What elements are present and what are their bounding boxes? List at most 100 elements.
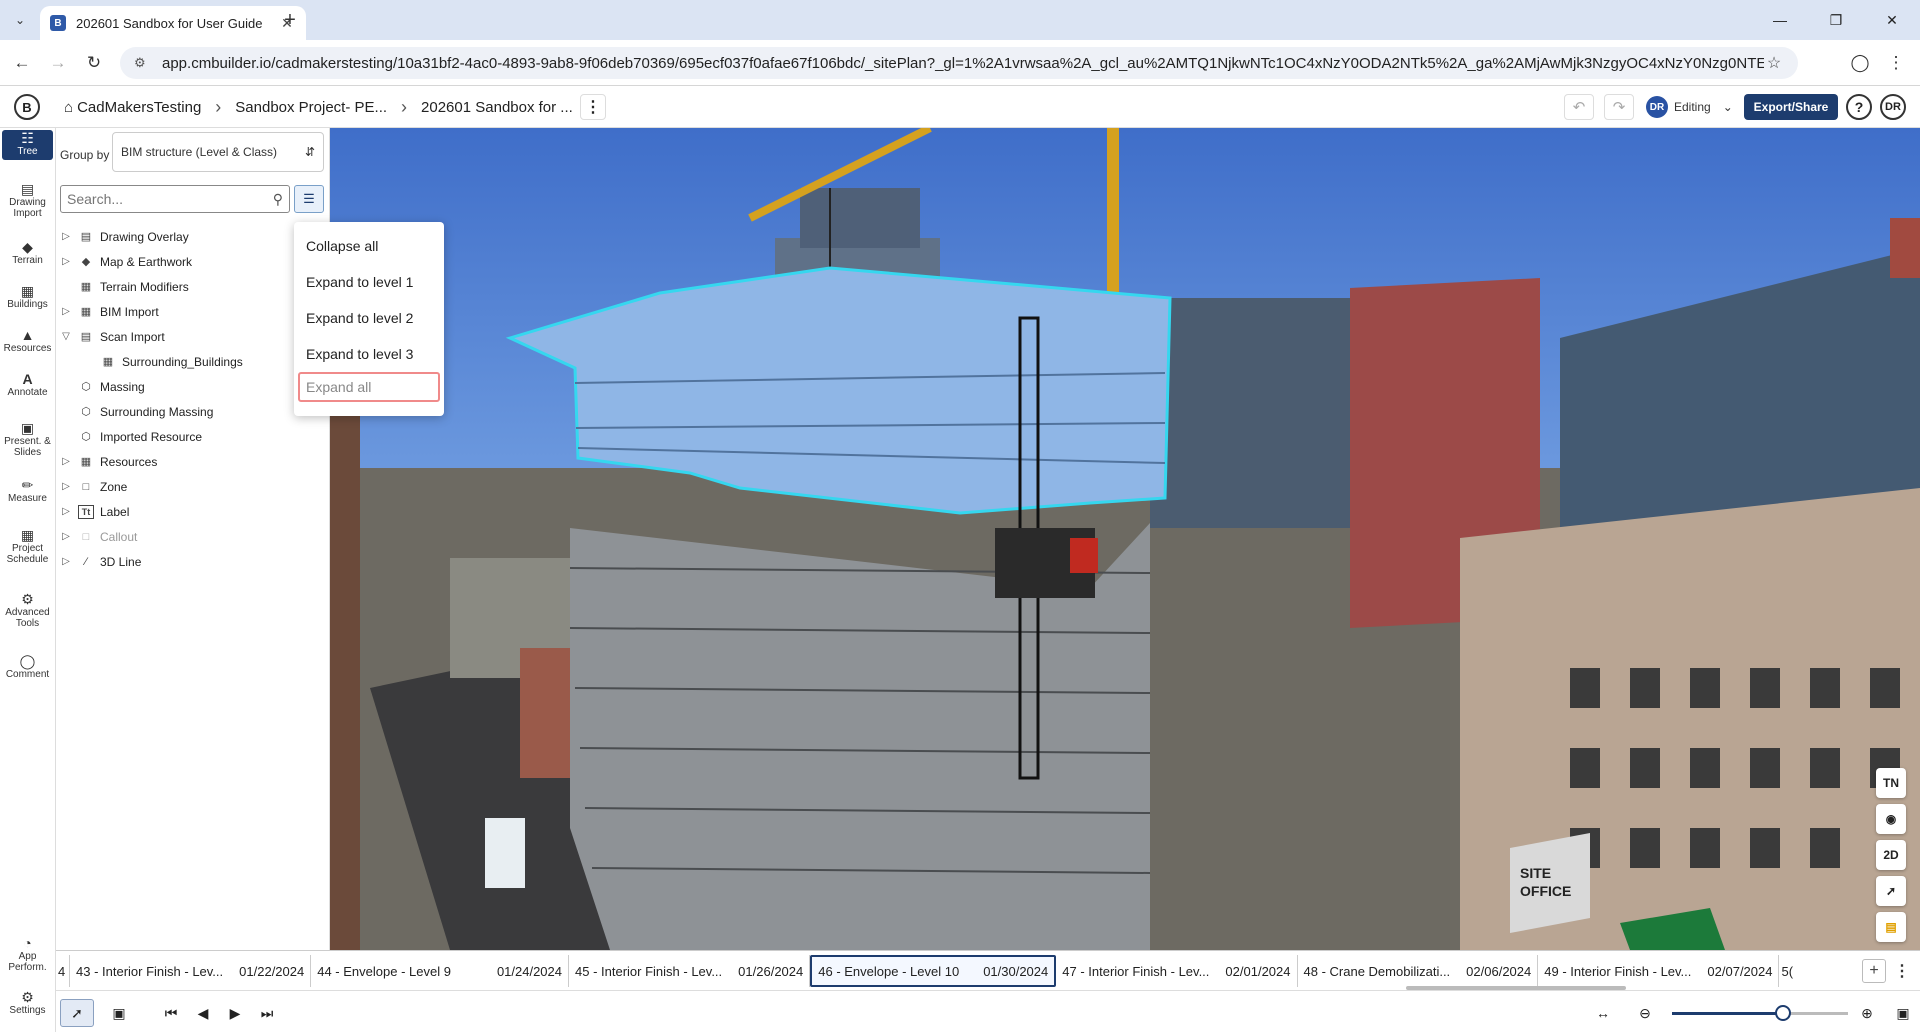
2d-toggle-button[interactable]: 2D — [1876, 840, 1906, 870]
timeline-item[interactable]: 48 - Crane Demobilizati... 02/06/2024 — [1298, 955, 1539, 987]
browser-menu-icon[interactable]: ⋮ — [1882, 49, 1910, 77]
rail-annotate[interactable]: A Annotate — [2, 372, 53, 398]
rail-terrain[interactable]: ◆ Terrain — [2, 240, 53, 266]
search-icon[interactable]: ⚲ — [273, 191, 283, 208]
camera-reset-icon[interactable]: ◉ — [1876, 804, 1906, 834]
rail-present-slides[interactable]: ▣ Present. & Slides — [2, 421, 53, 458]
timeline-item[interactable]: 5( — [1779, 955, 1795, 987]
fit-width-icon[interactable]: ↔ — [1586, 999, 1620, 1027]
tree-item-scan-import[interactable]: ▽ ▤ Scan Import — [60, 324, 320, 349]
minimize-icon[interactable]: — — [1752, 0, 1808, 40]
app-logo[interactable]: B — [14, 94, 40, 120]
home-icon[interactable]: ⌂ — [64, 99, 73, 116]
bookmark-star-icon[interactable]: ☆ — [1764, 53, 1784, 73]
tab-search-chevron-icon[interactable]: ⌄ — [8, 8, 32, 32]
rail-comment[interactable]: ◯ Comment — [2, 654, 53, 680]
forward-icon[interactable]: → — [44, 49, 72, 77]
3d-viewport[interactable]: SITE OFFICE TN ◉ 2D ➚ ▤ — [330, 128, 1920, 950]
help-icon[interactable]: ? — [1846, 94, 1872, 120]
rail-app-performance[interactable]: ◔ App Perform. — [2, 936, 53, 973]
step-back-icon[interactable]: ◀ — [186, 999, 220, 1027]
rail-measure[interactable]: ✏ Measure — [2, 478, 53, 504]
rail-tree[interactable]: ☷ Tree — [2, 130, 53, 160]
timeline-item-active[interactable]: 46 - Envelope - Level 10 01/30/2024 — [810, 955, 1057, 987]
restore-icon[interactable]: ❐ — [1808, 0, 1864, 40]
menu-item-expand-level-2[interactable]: Expand to level 2 — [294, 300, 444, 336]
north-compass-icon[interactable]: TN — [1876, 768, 1906, 798]
tree-item-terrain-modifiers[interactable]: ▦ Terrain Modifiers — [60, 274, 320, 299]
timeline-item[interactable]: 4 — [56, 955, 70, 987]
menu-item-expand-all[interactable]: Expand all — [298, 372, 440, 402]
undo-icon[interactable]: ↶ — [1564, 94, 1594, 120]
breadcrumb-org[interactable]: CadMakersTesting — [77, 99, 201, 116]
user-avatar[interactable]: DR — [1880, 94, 1906, 120]
tree-item-surrounding-buildings[interactable]: ▦ Surrounding_Buildings — [60, 349, 320, 374]
tree-item-bim-import[interactable]: ▷ ▦ BIM Import — [60, 299, 320, 324]
groupby-select[interactable]: BIM structure (Level & Class) ⇵ — [112, 132, 324, 172]
tree-item-surrounding-massing[interactable]: ⬡ Surrounding Massing — [60, 399, 320, 424]
tree-item-map-earthwork[interactable]: ▷ ◆ Map & Earthwork — [60, 249, 320, 274]
rail-advanced-tools[interactable]: ⚙ Advanced Tools — [2, 592, 53, 629]
tree-item-drawing-overlay[interactable]: ▷ ▤ Drawing Overlay — [60, 224, 320, 249]
timeline-more-icon[interactable]: ⋮ — [1892, 959, 1912, 983]
chevron-right-icon[interactable]: ▷ — [60, 531, 72, 542]
chevron-right-icon[interactable]: ▷ — [60, 231, 72, 242]
chevron-right-icon[interactable]: ▷ — [60, 306, 72, 317]
tree-item-3d-line[interactable]: ▷ ∕ 3D Line — [60, 549, 320, 574]
rail-resources[interactable]: ▲ Resources — [2, 328, 53, 354]
chevron-right-icon[interactable]: ▷ — [60, 481, 72, 492]
search-input[interactable] — [67, 191, 273, 207]
chevron-right-icon[interactable]: ▷ — [60, 556, 72, 567]
chevron-right-icon[interactable]: ▷ — [60, 506, 72, 517]
add-step-icon[interactable]: + — [1862, 959, 1886, 983]
play-icon[interactable]: ▶ — [218, 999, 252, 1027]
slides-icon[interactable]: ▣ — [102, 999, 136, 1027]
site-info-icon[interactable]: ⚙ — [134, 55, 152, 71]
timeline-item[interactable]: 49 - Interior Finish - Lev... 02/07/2024 — [1538, 955, 1780, 987]
chevron-down-icon[interactable]: ▽ — [60, 331, 72, 342]
tree-item-callout[interactable]: ▷ □ Callout — [60, 524, 320, 549]
breadcrumb-project[interactable]: Sandbox Project- PE... — [235, 99, 387, 116]
redo-icon[interactable]: ↷ — [1604, 94, 1634, 120]
browser-tab[interactable]: B 202601 Sandbox for User Guide ✕ — [40, 6, 306, 40]
tree-item-massing[interactable]: ⬡ Massing — [60, 374, 320, 399]
new-tab-icon[interactable]: + — [278, 8, 302, 32]
project-menu-icon[interactable]: ⋮ — [580, 94, 606, 120]
menu-item-collapse-all[interactable]: Collapse all — [294, 228, 444, 264]
rail-settings[interactable]: ⚙ Settings — [2, 990, 53, 1016]
fullscreen-icon[interactable]: ▣ — [1886, 999, 1920, 1027]
zoom-slider-thumb[interactable] — [1774, 1005, 1791, 1021]
editing-mode-toggle[interactable]: DR Editing ⌄ — [1646, 94, 1736, 120]
rail-drawing-import[interactable]: ▤ Drawing Import — [2, 182, 53, 219]
zoom-in-icon[interactable]: ⊕ — [1850, 999, 1884, 1027]
timeline-item[interactable]: 44 - Envelope - Level 9 01/24/2024 — [311, 955, 570, 987]
tree-options-button[interactable]: ☰ — [294, 185, 324, 213]
back-icon[interactable]: ← — [8, 49, 36, 77]
address-bar[interactable]: ⚙ app.cmbuilder.io/cadmakerstesting/10a3… — [120, 47, 1798, 79]
chevron-right-icon[interactable]: ▷ — [60, 456, 72, 467]
reload-icon[interactable]: ↻ — [80, 49, 108, 77]
url-text[interactable]: app.cmbuilder.io/cadmakerstesting/10a31b… — [162, 55, 1764, 72]
profile-icon[interactable]: ◯ — [1846, 49, 1874, 77]
tree-item-imported-resource[interactable]: ⬡ Imported Resource — [60, 424, 320, 449]
layers-icon[interactable]: ▤ — [1876, 912, 1906, 942]
export-share-button[interactable]: Export/Share — [1744, 94, 1838, 120]
timeline-item[interactable]: 47 - Interior Finish - Lev... 02/01/2024 — [1056, 955, 1298, 987]
rail-buildings[interactable]: ▦ Buildings — [2, 284, 53, 310]
crane-view-icon[interactable]: ➚ — [1876, 876, 1906, 906]
breadcrumb-site[interactable]: 202601 Sandbox for ... — [421, 99, 573, 116]
timeline-item[interactable]: 43 - Interior Finish - Lev... 01/22/2024 — [70, 955, 312, 987]
menu-item-expand-level-3[interactable]: Expand to level 3 — [294, 336, 444, 372]
tree-item-label[interactable]: ▷ Tt Label — [60, 499, 320, 524]
tree-item-zone[interactable]: ▷ □ Zone — [60, 474, 320, 499]
skip-to-start-icon[interactable]: ⏮ — [154, 999, 188, 1027]
window-close-icon[interactable]: ✕ — [1864, 0, 1920, 40]
zoom-out-icon[interactable]: ⊖ — [1628, 999, 1662, 1027]
tree-item-resources[interactable]: ▷ ▦ Resources — [60, 449, 320, 474]
chevron-right-icon[interactable]: ▷ — [60, 256, 72, 267]
timeline-item[interactable]: 45 - Interior Finish - Lev... 01/26/2024 — [569, 955, 811, 987]
crane-mode-icon[interactable]: ➚ — [60, 999, 94, 1027]
rail-project-schedule[interactable]: ▦ Project Schedule — [2, 528, 53, 565]
skip-to-end-icon[interactable]: ⏭ — [250, 999, 284, 1027]
menu-item-expand-level-1[interactable]: Expand to level 1 — [294, 264, 444, 300]
